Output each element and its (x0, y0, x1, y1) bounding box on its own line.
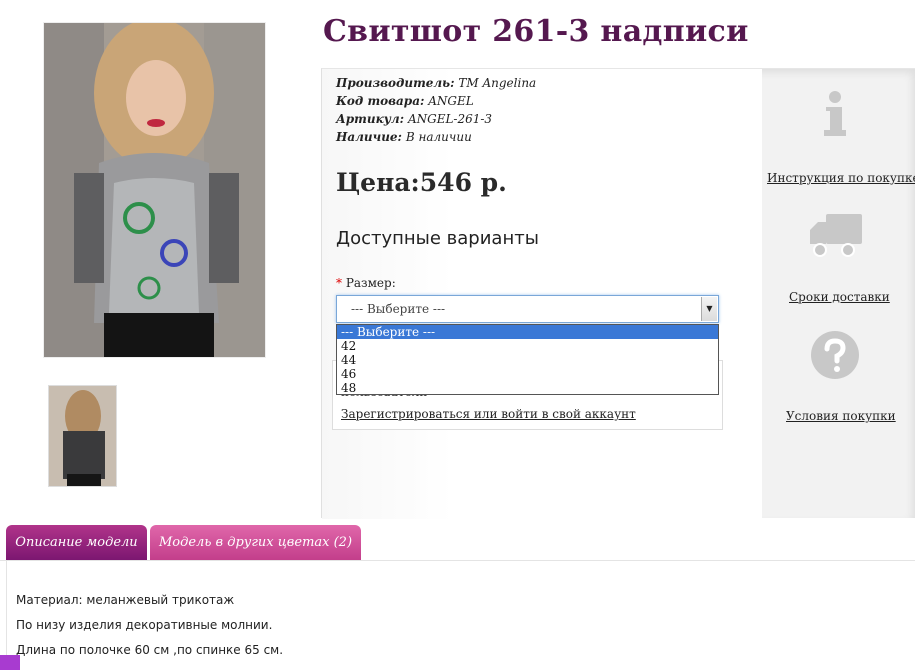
meta-value: В наличии (405, 130, 472, 144)
product-title: Свитшот 261-3 надписи (323, 14, 749, 49)
thumbnail-photo (49, 386, 116, 486)
size-select[interactable]: --- Выберите --- ▼ (336, 295, 719, 323)
truck-icon[interactable] (808, 212, 864, 262)
meta-value: ТМ Angelina (458, 76, 537, 90)
meta-value: ANGEL-261-3 (407, 112, 493, 126)
size-label: * Размер: (336, 276, 396, 290)
meta-label: Артикул: (336, 112, 405, 126)
instruction-link[interactable]: Инструкция по покупке (767, 171, 915, 185)
tab-description[interactable]: Описание модели (6, 525, 147, 561)
description-line: Длина по полочке 60 см ,по спинке 65 см. (16, 643, 284, 657)
size-option[interactable]: 42 (337, 339, 718, 353)
variants-heading: Доступные варианты (336, 228, 539, 249)
product-photo (44, 23, 265, 357)
meta-value: ANGEL (428, 94, 474, 108)
meta-manufacturer: Производитель: ТМ Angelina (336, 76, 536, 90)
size-dropdown-list[interactable]: --- Выберите --- 42 44 46 48 (336, 324, 719, 395)
meta-availability: Наличие: В наличии (336, 130, 472, 144)
info-icon[interactable] (822, 90, 848, 142)
delivery-link[interactable]: Сроки доставки (789, 290, 890, 304)
corner-badge[interactable] (0, 655, 20, 670)
meta-article: Артикул: ANGEL-261-3 (336, 112, 492, 126)
product-main-image[interactable] (43, 22, 266, 358)
login-link[interactable]: Зарегистрироваться или войти в свой акка… (341, 407, 636, 421)
size-option[interactable]: 46 (337, 367, 718, 381)
description-line: По низу изделия декоративные молнии. (16, 618, 273, 632)
description-line: Материал: меланжевый трикотаж (16, 593, 235, 607)
size-label-text: Размер: (345, 276, 396, 290)
size-select-value: --- Выберите --- (351, 302, 446, 316)
product-price: Цена:546 р. (336, 168, 507, 197)
product-thumbnail[interactable] (48, 385, 117, 487)
size-option[interactable]: --- Выберите --- (337, 325, 718, 339)
size-option[interactable]: 44 (337, 353, 718, 367)
question-icon[interactable] (810, 330, 860, 384)
chevron-down-icon[interactable]: ▼ (701, 297, 717, 321)
meta-label: Наличие: (336, 130, 402, 144)
terms-link[interactable]: Условия покупки (786, 409, 896, 423)
required-mark: * (336, 276, 342, 290)
tab-other-colors[interactable]: Модель в других цветах (2) (150, 525, 361, 561)
meta-label: Код товара: (336, 94, 425, 108)
meta-product-code: Код товара: ANGEL (336, 94, 474, 108)
meta-label: Производитель: (336, 76, 455, 90)
size-option[interactable]: 48 (337, 381, 718, 395)
